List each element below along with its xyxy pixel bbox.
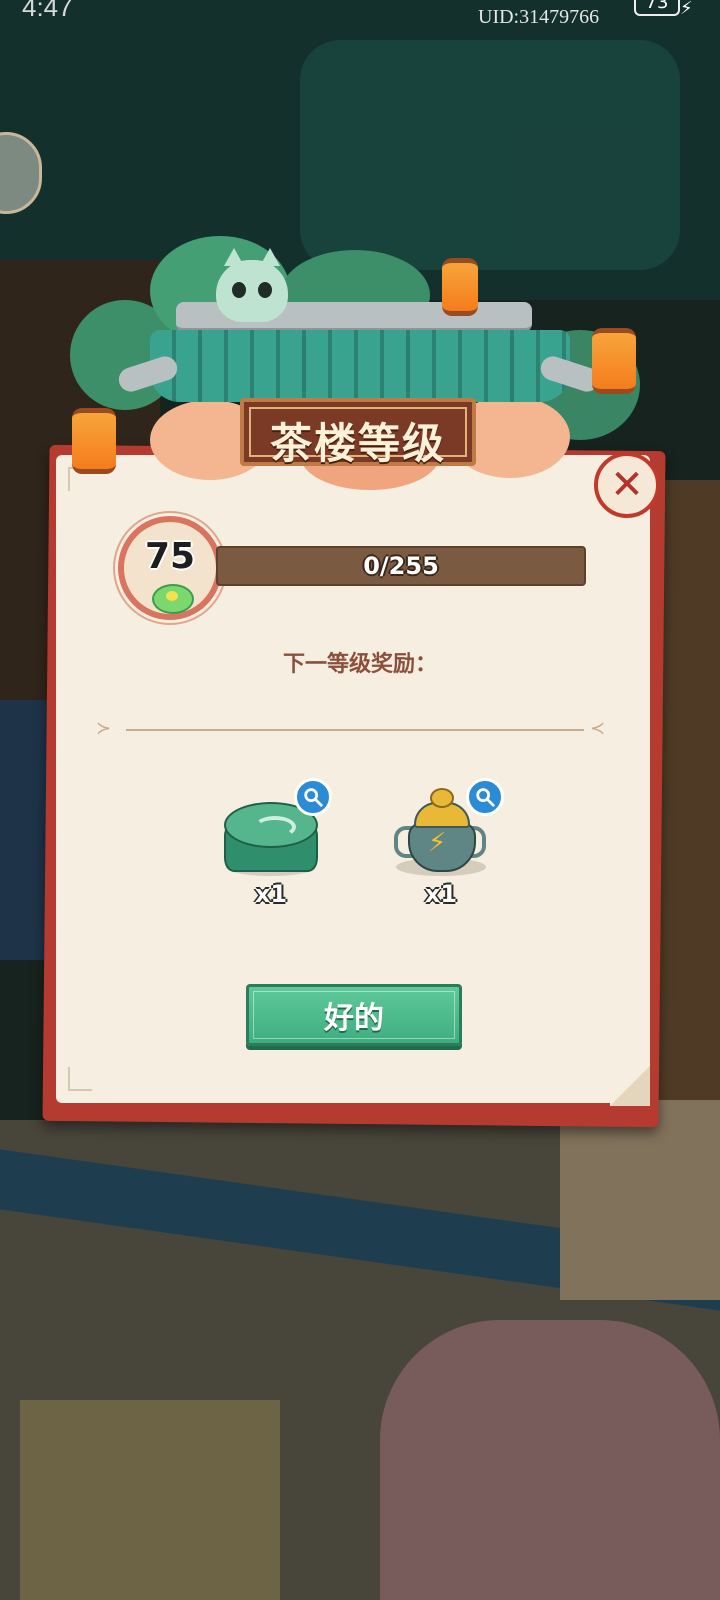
charging-icon: ⚡: [680, 0, 693, 19]
tea-leaf-icon: [152, 584, 194, 614]
reward-quantity: x1: [254, 880, 288, 908]
title-plaque: 茶楼等级: [240, 398, 476, 468]
status-time: 4:47: [22, 0, 73, 22]
reward-quantity: x1: [424, 880, 458, 908]
divider: [126, 729, 584, 731]
lantern-icon: [592, 328, 636, 394]
divider-ornament-left: ≻: [96, 718, 112, 739]
magnifier-icon[interactable]: [294, 778, 332, 816]
battery-icon: 73: [634, 0, 680, 16]
level-badge: 75: [118, 516, 222, 620]
dialog-title: 茶楼等级: [269, 419, 446, 468]
divider-ornament-right: ≺: [590, 718, 606, 739]
lantern-icon: [72, 408, 116, 474]
page-fold-decoration: [610, 1066, 650, 1106]
reward-heading: 下一等级奖励：: [282, 651, 437, 677]
confirm-button[interactable]: 好的: [246, 984, 462, 1046]
confirm-button-label: 好的: [324, 1001, 384, 1036]
reward-item[interactable]: ⚡ x1: [376, 778, 506, 918]
status-bar: 4:47 UID:31479766 73 ⚡: [0, 0, 720, 30]
reward-item[interactable]: x1: [206, 778, 336, 918]
lantern-icon: [442, 258, 478, 316]
close-button[interactable]: ✕: [594, 452, 660, 518]
experience-progress-bar: 0/255: [216, 546, 586, 586]
magnifier-icon[interactable]: [466, 778, 504, 816]
level-number: 75: [144, 536, 196, 577]
user-id-label: UID:31479766: [478, 6, 600, 28]
cat-mascot-icon: [216, 248, 288, 322]
energy-teapot-icon: ⚡: [394, 788, 486, 874]
progress-text: 0/255: [363, 552, 439, 580]
close-icon: ✕: [610, 462, 644, 508]
battery-level: 73: [645, 0, 669, 13]
